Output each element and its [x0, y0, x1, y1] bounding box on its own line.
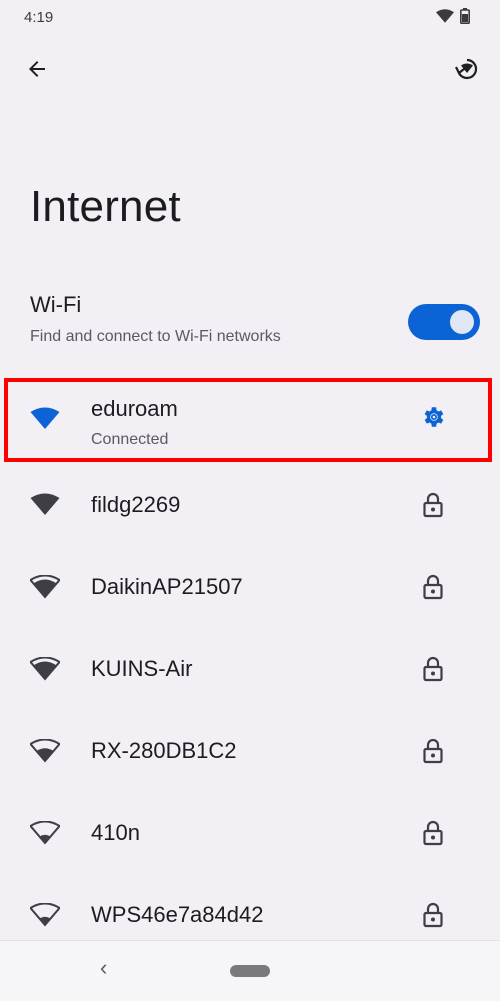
nav-back-button[interactable]: ‹ — [100, 955, 107, 981]
network-name: WPS46e7a84d42 — [91, 902, 264, 927]
lock-icon — [420, 628, 446, 710]
battery-icon — [460, 8, 470, 29]
wifi-signal-full-icon — [28, 374, 62, 464]
lock-icon — [420, 464, 446, 546]
navigation-bar: ‹ — [0, 940, 500, 1001]
wifi-network-list: eduroam Connected fildg2269 DaikinAP2150… — [0, 374, 500, 956]
status-bar: 4:19 — [0, 0, 500, 36]
toggle-knob — [450, 310, 474, 334]
wifi-status-icon — [436, 9, 454, 28]
wifi-title: Wi-Fi — [30, 292, 82, 317]
network-item-rx-280db1c2[interactable]: RX-280DB1C2 — [0, 710, 500, 792]
network-name: KUINS-Air — [91, 656, 193, 681]
status-icons — [436, 8, 470, 29]
network-name: eduroam — [91, 396, 178, 421]
nav-home-handle[interactable] — [230, 965, 270, 977]
status-time: 4:19 — [24, 9, 54, 26]
back-button[interactable] — [20, 54, 54, 88]
network-item-eduroam[interactable]: eduroam Connected — [0, 374, 500, 464]
network-reset-icon — [454, 56, 480, 87]
arrow-back-icon — [25, 57, 49, 86]
wifi-toggle-row[interactable]: Wi-Fi Find and connect to Wi-Fi networks — [0, 286, 500, 356]
network-item-kuins-air[interactable]: KUINS-Air — [0, 628, 500, 710]
network-name: DaikinAP21507 — [91, 574, 243, 599]
network-name: RX-280DB1C2 — [91, 738, 237, 763]
network-reset-button[interactable] — [450, 54, 484, 88]
wifi-signal-full-icon — [28, 464, 62, 546]
lock-icon — [420, 792, 446, 874]
top-app-bar — [0, 46, 500, 96]
network-settings-button[interactable] — [420, 374, 446, 464]
network-item-410n[interactable]: 410n — [0, 792, 500, 874]
wifi-signal-high-icon — [28, 628, 62, 710]
page-title: Internet — [30, 182, 181, 231]
network-name: fildg2269 — [91, 492, 181, 517]
wifi-signal-low-icon — [28, 792, 62, 874]
network-name: 410n — [91, 820, 140, 845]
network-item-daikinap21507[interactable]: DaikinAP21507 — [0, 546, 500, 628]
network-item-fildg2269[interactable]: fildg2269 — [0, 464, 500, 546]
wifi-signal-high-icon — [28, 546, 62, 628]
wifi-subtitle: Find and connect to Wi-Fi networks — [30, 328, 281, 345]
network-status: Connected — [91, 431, 169, 448]
gear-icon — [420, 404, 446, 435]
wifi-signal-medium-icon — [28, 710, 62, 792]
lock-icon — [420, 546, 446, 628]
wifi-toggle-switch[interactable] — [408, 304, 480, 340]
lock-icon — [420, 710, 446, 792]
